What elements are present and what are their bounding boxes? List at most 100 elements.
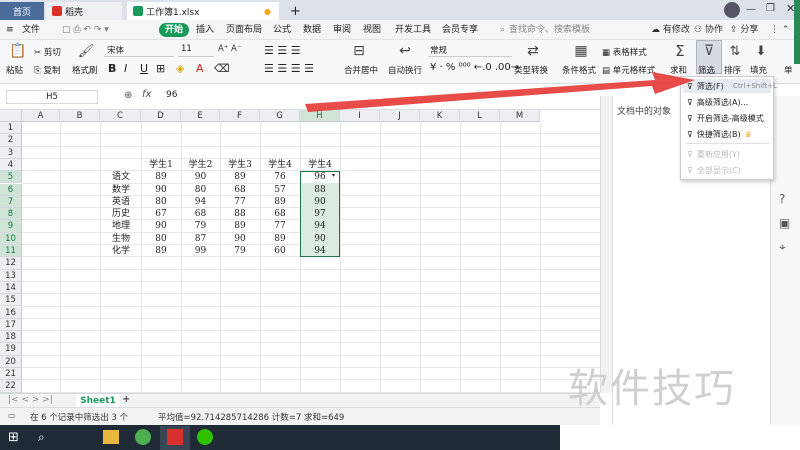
minimize-icon[interactable]: — (746, 4, 756, 15)
menu-icon[interactable]: ≡ (6, 23, 14, 37)
tab-formula[interactable]: 公式 (273, 23, 291, 37)
column-header[interactable]: C (100, 110, 141, 122)
data-cell[interactable]: 94 (300, 245, 340, 257)
subject-cell[interactable]: 英语 (100, 196, 141, 208)
unsaved-status[interactable]: ☁ 有修改 (651, 23, 690, 37)
subject-cell[interactable]: 地理 (100, 220, 141, 232)
align-top-icon[interactable]: ☰ ☰ ☰ (264, 44, 301, 57)
tab-wps[interactable]: 稻壳 (46, 2, 122, 20)
subject-cell[interactable]: 化学 (100, 245, 141, 257)
format-painter-button[interactable]: 格式刷 (72, 64, 98, 76)
format-painter-icon[interactable]: 🖌 (78, 42, 95, 60)
data-cell[interactable]: 77 (220, 196, 260, 208)
row-header[interactable]: 12 (0, 257, 22, 270)
tab-page-layout[interactable]: 页面布局 (226, 23, 262, 37)
row-header[interactable]: 8 (0, 208, 22, 221)
tab-document[interactable]: 工作簿1.xlsx ● (127, 2, 279, 20)
row-header[interactable]: 6 (0, 183, 22, 196)
data-cell[interactable]: 99 (181, 245, 220, 257)
column-header[interactable]: F (220, 110, 260, 122)
data-cell[interactable]: 90 (141, 220, 181, 232)
row-header[interactable]: 17 (0, 318, 22, 332)
tab-view[interactable]: 视图 (363, 23, 381, 37)
fx-icon[interactable]: fx (142, 89, 151, 100)
font-grow-shrink[interactable]: A⁺ A⁻ (218, 44, 241, 54)
scroll-thumb[interactable] (794, 0, 800, 64)
data-cell[interactable]: 90 (300, 233, 340, 245)
data-cell[interactable]: 89 (220, 171, 260, 183)
row-header[interactable]: 3 (0, 146, 22, 159)
data-cell[interactable]: 94 (181, 196, 220, 208)
sort-icon[interactable]: ⇅ (726, 42, 744, 60)
font-size-select[interactable]: 11 (178, 44, 214, 57)
formula-input[interactable]: 96 (166, 90, 177, 100)
browser-icon[interactable] (135, 429, 151, 445)
sheet-tab[interactable]: Sheet1 (76, 394, 120, 408)
tab-data[interactable]: 数据 (303, 23, 321, 37)
row-header[interactable]: 19 (0, 343, 22, 356)
bold-button[interactable]: B (108, 62, 116, 75)
data-cell[interactable]: 80 (141, 233, 181, 245)
help-icon[interactable]: ? (779, 192, 785, 206)
location-icon[interactable]: ⌖ (779, 240, 786, 255)
data-cell[interactable]: 89 (220, 220, 260, 232)
fill-button[interactable]: 填充 (750, 64, 767, 76)
data-cell[interactable]: 76 (260, 171, 300, 183)
subject-cell[interactable]: 数学 (100, 184, 141, 196)
row-header[interactable]: 10 (0, 232, 22, 245)
avatar[interactable] (724, 2, 740, 18)
tab-member[interactable]: 会员专享 (442, 23, 478, 37)
data-cell[interactable]: 80 (141, 196, 181, 208)
header-cell[interactable]: 学生3 (220, 159, 260, 171)
fill-color-icon[interactable]: ◈ (176, 62, 184, 75)
zoom-icon[interactable]: ⊕ (124, 90, 132, 101)
tab-insert[interactable]: 插入 (196, 23, 214, 37)
wechat-icon[interactable] (197, 429, 213, 445)
filter-icon[interactable]: ⊽ (699, 42, 719, 60)
data-cell[interactable]: 88 (300, 184, 340, 196)
eraser-icon[interactable]: ⌫ (214, 62, 230, 75)
data-cell[interactable]: 90 (141, 184, 181, 196)
sheet-nav-icons[interactable]: |< < > >| (8, 395, 53, 405)
image-icon[interactable]: ▣ (779, 216, 790, 230)
data-cell[interactable]: 97 (300, 208, 340, 220)
cut-button[interactable]: ✂ 剪切 (34, 46, 61, 58)
sort-button[interactable]: 排序 (724, 64, 741, 76)
copy-button[interactable]: ⎘ 复制 (34, 64, 61, 76)
file-explorer-icon[interactable] (103, 430, 119, 444)
row-header[interactable]: 4 (0, 158, 22, 172)
tab-start[interactable]: 开始 (159, 23, 190, 37)
merge-icon[interactable]: ⊟ (348, 42, 370, 60)
menu-item-quick-filter[interactable]: ⊽ 快捷筛选(B) ♛ (687, 129, 752, 140)
font-color-icon[interactable]: A (196, 62, 204, 75)
data-cell[interactable]: 67 (141, 208, 181, 220)
header-cell[interactable]: 学生2 (181, 159, 220, 171)
data-cell[interactable]: 89 (141, 245, 181, 257)
column-header[interactable]: D (141, 110, 181, 122)
tab-file[interactable]: 文件 (22, 23, 40, 37)
row-header[interactable]: 13 (0, 269, 22, 282)
search-taskbar-icon[interactable]: ⌕ (38, 430, 45, 445)
table-style-button[interactable]: ▦ 表格样式 (602, 46, 647, 58)
row-header[interactable]: 2 (0, 134, 22, 147)
border-icon[interactable]: ⊞ (156, 62, 165, 75)
data-cell[interactable]: 79 (181, 220, 220, 232)
new-tab-button[interactable]: + (284, 2, 307, 20)
row-header[interactable]: 18 (0, 331, 22, 344)
row-header[interactable]: 16 (0, 306, 22, 319)
paste-icon[interactable]: 📋 (8, 42, 28, 60)
tab-developer[interactable]: 开发工具 (395, 23, 431, 37)
tab-home[interactable]: 首页 (0, 2, 44, 20)
data-cell[interactable]: 89 (260, 196, 300, 208)
header-cell[interactable]: 学生1 (141, 159, 181, 171)
conditional-format-icon[interactable]: ▦ (570, 42, 592, 60)
italic-button[interactable]: I (124, 62, 127, 75)
data-cell[interactable]: 57 (260, 184, 300, 196)
row-header[interactable]: 21 (0, 368, 22, 381)
data-cell[interactable]: 79 (220, 245, 260, 257)
font-family-select[interactable]: 宋体 (104, 44, 174, 57)
search-box[interactable]: ⌕ 查找命令、搜索模板 (500, 23, 590, 37)
collab-button[interactable]: ⚇ 协作 (694, 23, 723, 37)
number-format-select[interactable]: 常规 (428, 44, 512, 57)
header-cell[interactable]: 学生4 (300, 159, 340, 171)
